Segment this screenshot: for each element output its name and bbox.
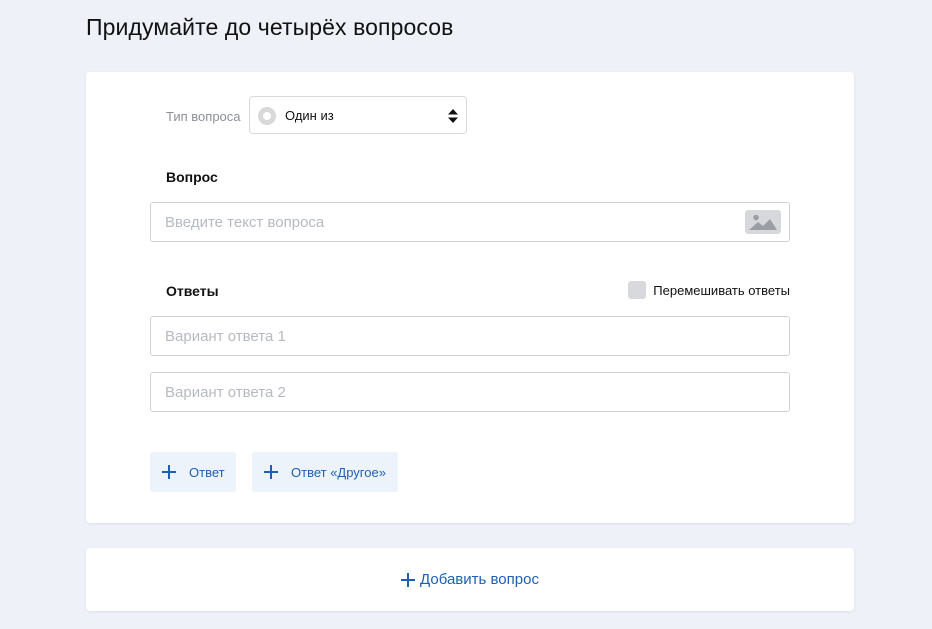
shuffle-answers-toggle[interactable]: Перемешивать ответы [628, 281, 790, 299]
question-type-value: Один из [285, 108, 334, 123]
add-question-button[interactable]: Добавить вопрос [401, 571, 539, 588]
image-icon[interactable] [745, 210, 781, 234]
plus-icon [162, 465, 176, 479]
plus-icon [264, 465, 278, 479]
add-question-label: Добавить вопрос [420, 571, 539, 588]
shuffle-checkbox[interactable] [628, 281, 647, 299]
question-card: Тип вопроса Один из Вопрос Ответы Переме… [86, 72, 854, 523]
answer-option-input-1[interactable] [150, 316, 790, 356]
plus-icon [401, 572, 416, 587]
add-other-answer-label: Ответ «Другое» [291, 464, 386, 480]
radio-icon [258, 107, 276, 125]
add-question-card: Добавить вопрос [86, 548, 854, 611]
question-section-label: Вопрос [166, 169, 218, 185]
answers-section-label: Ответы [166, 283, 219, 299]
question-text-input[interactable] [150, 202, 790, 242]
page-title: Придумайте до четырёх вопросов [86, 14, 454, 40]
shuffle-answers-label: Перемешивать ответы [653, 282, 790, 298]
question-type-label: Тип вопроса [166, 109, 241, 124]
answer-option-input-2[interactable] [150, 372, 790, 412]
add-other-answer-button[interactable]: Ответ «Другое» [252, 452, 398, 492]
add-answer-button[interactable]: Ответ [150, 452, 236, 492]
updown-arrows-icon [448, 109, 458, 123]
question-type-select[interactable]: Один из [249, 96, 467, 134]
add-answer-label: Ответ [189, 464, 225, 480]
